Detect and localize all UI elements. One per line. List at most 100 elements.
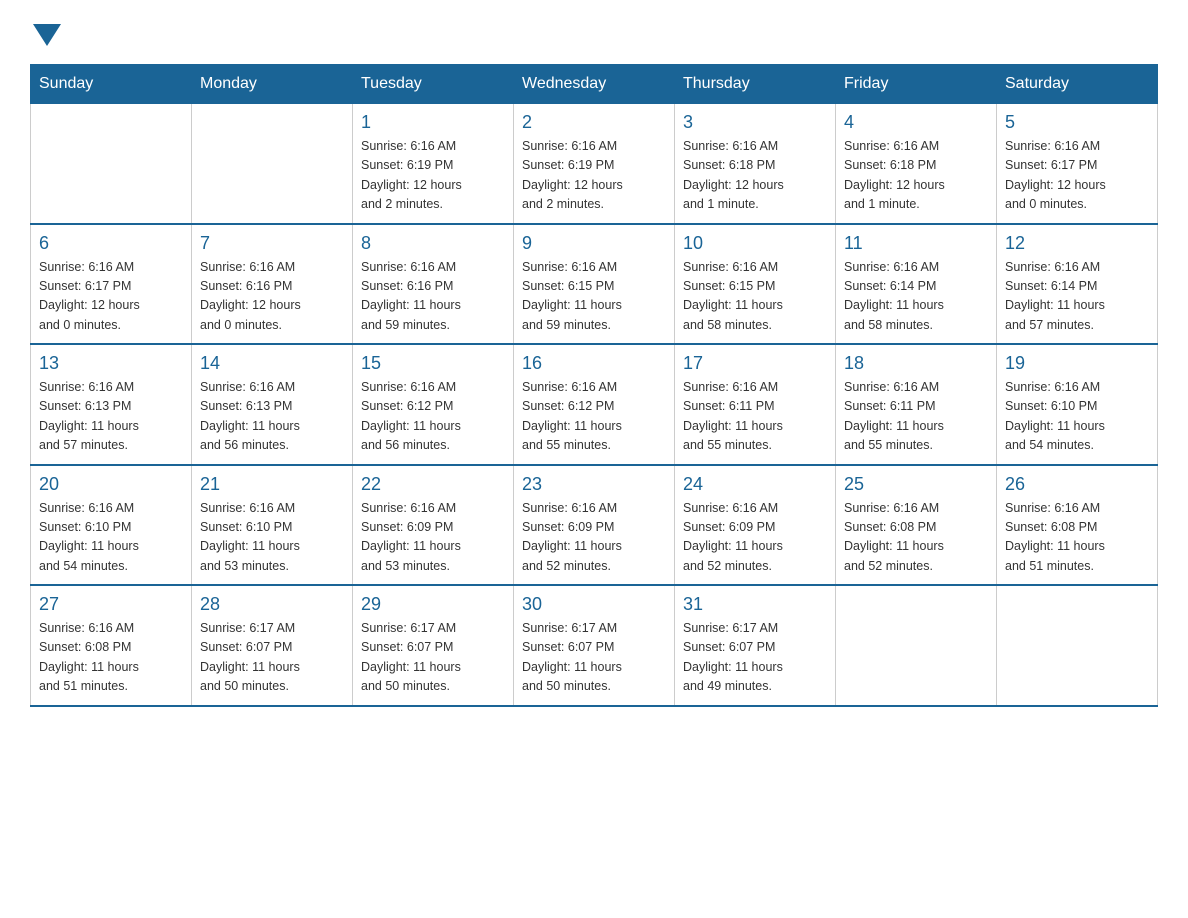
day-number: 14: [200, 353, 344, 374]
day-cell: 2 Sunrise: 6:16 AM Sunset: 6:19 PM Daylig…: [514, 104, 675, 224]
header-row: SundayMondayTuesdayWednesdayThursdayFrid…: [31, 65, 1158, 104]
day-cell: 14Sunrise: 6:16 AM Sunset: 6:13 PM Dayli…: [192, 344, 353, 465]
day-info: Sunrise: 6:16 AM Sunset: 6:08 PM Dayligh…: [39, 619, 183, 697]
day-cell: 17 Sunrise: 6:16 AM Sunset: 6:11 PM Dayli…: [675, 344, 836, 465]
day-info: Sunrise: 6:16 AM Sunset: 6:11 PM Dayligh…: [683, 378, 827, 456]
day-cell: 18 Sunrise: 6:16 AM Sunset: 6:11 PM Dayli…: [836, 344, 997, 465]
day-info: Sunrise: 6:16 AM Sunset: 6:09 PM Dayligh…: [683, 499, 827, 577]
day-cell: [192, 104, 353, 224]
day-number: 21: [200, 474, 344, 495]
header-cell-saturday: Saturday: [997, 65, 1158, 104]
calendar-table: SundayMondayTuesdayWednesdayThursdayFrid…: [30, 64, 1158, 707]
day-cell: 12Sunrise: 6:16 AM Sunset: 6:14 PM Dayli…: [997, 224, 1158, 345]
day-number: 26: [1005, 474, 1149, 495]
day-cell: [997, 585, 1158, 706]
day-number: 17: [683, 353, 827, 374]
day-info: Sunrise: 6:16 AM Sunset: 6:13 PM Dayligh…: [39, 378, 183, 456]
day-cell: 11Sunrise: 6:16 AM Sunset: 6:14 PM Dayli…: [836, 224, 997, 345]
logo: [30, 20, 61, 44]
day-number: 27: [39, 594, 183, 615]
day-cell: 26 Sunrise: 6:16 AM Sunset: 6:08 PM Dayli…: [997, 465, 1158, 586]
day-info: Sunrise: 6:16 AM Sunset: 6:12 PM Dayligh…: [361, 378, 505, 456]
day-number: 10: [683, 233, 827, 254]
day-number: 20: [39, 474, 183, 495]
day-number: 29: [361, 594, 505, 615]
day-info: Sunrise: 6:16 AM Sunset: 6:09 PM Dayligh…: [522, 499, 666, 577]
day-number: 3: [683, 112, 827, 133]
day-info: Sunrise: 6:16 AM Sunset: 6:11 PM Dayligh…: [844, 378, 988, 456]
day-info: Sunrise: 6:16 AM Sunset: 6:10 PM Dayligh…: [39, 499, 183, 577]
day-number: 5: [1005, 112, 1149, 133]
header-cell-friday: Friday: [836, 65, 997, 104]
day-number: 9: [522, 233, 666, 254]
day-info: Sunrise: 6:16 AM Sunset: 6:16 PM Dayligh…: [361, 258, 505, 336]
day-cell: 8 Sunrise: 6:16 AM Sunset: 6:16 PM Daylig…: [353, 224, 514, 345]
header-cell-tuesday: Tuesday: [353, 65, 514, 104]
week-row-3: 13Sunrise: 6:16 AM Sunset: 6:13 PM Dayli…: [31, 344, 1158, 465]
day-number: 31: [683, 594, 827, 615]
day-number: 24: [683, 474, 827, 495]
day-number: 30: [522, 594, 666, 615]
day-number: 19: [1005, 353, 1149, 374]
day-info: Sunrise: 6:16 AM Sunset: 6:17 PM Dayligh…: [39, 258, 183, 336]
day-number: 6: [39, 233, 183, 254]
day-cell: 13Sunrise: 6:16 AM Sunset: 6:13 PM Dayli…: [31, 344, 192, 465]
day-info: Sunrise: 6:16 AM Sunset: 6:12 PM Dayligh…: [522, 378, 666, 456]
week-row-2: 6 Sunrise: 6:16 AM Sunset: 6:17 PM Daylig…: [31, 224, 1158, 345]
day-info: Sunrise: 6:16 AM Sunset: 6:10 PM Dayligh…: [200, 499, 344, 577]
day-cell: 5 Sunrise: 6:16 AM Sunset: 6:17 PM Daylig…: [997, 104, 1158, 224]
day-info: Sunrise: 6:16 AM Sunset: 6:08 PM Dayligh…: [1005, 499, 1149, 577]
day-info: Sunrise: 6:16 AM Sunset: 6:16 PM Dayligh…: [200, 258, 344, 336]
day-number: 28: [200, 594, 344, 615]
calendar-body: 1 Sunrise: 6:16 AM Sunset: 6:19 PM Daylig…: [31, 104, 1158, 706]
day-cell: 4Sunrise: 6:16 AM Sunset: 6:18 PM Daylig…: [836, 104, 997, 224]
day-info: Sunrise: 6:16 AM Sunset: 6:09 PM Dayligh…: [361, 499, 505, 577]
day-cell: 30 Sunrise: 6:17 AM Sunset: 6:07 PM Dayli…: [514, 585, 675, 706]
day-cell: 22 Sunrise: 6:16 AM Sunset: 6:09 PM Dayli…: [353, 465, 514, 586]
day-cell: 21 Sunrise: 6:16 AM Sunset: 6:10 PM Dayli…: [192, 465, 353, 586]
day-number: 18: [844, 353, 988, 374]
day-cell: 3 Sunrise: 6:16 AM Sunset: 6:18 PM Daylig…: [675, 104, 836, 224]
header-cell-wednesday: Wednesday: [514, 65, 675, 104]
day-cell: 19Sunrise: 6:16 AM Sunset: 6:10 PM Dayli…: [997, 344, 1158, 465]
day-info: Sunrise: 6:16 AM Sunset: 6:15 PM Dayligh…: [522, 258, 666, 336]
day-number: 2: [522, 112, 666, 133]
day-cell: 6 Sunrise: 6:16 AM Sunset: 6:17 PM Daylig…: [31, 224, 192, 345]
day-cell: 25Sunrise: 6:16 AM Sunset: 6:08 PM Dayli…: [836, 465, 997, 586]
day-info: Sunrise: 6:16 AM Sunset: 6:18 PM Dayligh…: [844, 137, 988, 215]
day-info: Sunrise: 6:16 AM Sunset: 6:14 PM Dayligh…: [1005, 258, 1149, 336]
day-cell: 16 Sunrise: 6:16 AM Sunset: 6:12 PM Dayli…: [514, 344, 675, 465]
day-cell: 28 Sunrise: 6:17 AM Sunset: 6:07 PM Dayli…: [192, 585, 353, 706]
day-number: 23: [522, 474, 666, 495]
calendar-header: SundayMondayTuesdayWednesdayThursdayFrid…: [31, 65, 1158, 104]
day-number: 22: [361, 474, 505, 495]
day-cell: 9 Sunrise: 6:16 AM Sunset: 6:15 PM Daylig…: [514, 224, 675, 345]
day-info: Sunrise: 6:16 AM Sunset: 6:18 PM Dayligh…: [683, 137, 827, 215]
day-number: 1: [361, 112, 505, 133]
week-row-1: 1 Sunrise: 6:16 AM Sunset: 6:19 PM Daylig…: [31, 104, 1158, 224]
day-info: Sunrise: 6:16 AM Sunset: 6:17 PM Dayligh…: [1005, 137, 1149, 215]
page-header: [30, 20, 1158, 44]
day-cell: 20 Sunrise: 6:16 AM Sunset: 6:10 PM Dayli…: [31, 465, 192, 586]
day-info: Sunrise: 6:17 AM Sunset: 6:07 PM Dayligh…: [522, 619, 666, 697]
day-info: Sunrise: 6:16 AM Sunset: 6:08 PM Dayligh…: [844, 499, 988, 577]
week-row-4: 20 Sunrise: 6:16 AM Sunset: 6:10 PM Dayli…: [31, 465, 1158, 586]
day-info: Sunrise: 6:17 AM Sunset: 6:07 PM Dayligh…: [683, 619, 827, 697]
day-cell: 29 Sunrise: 6:17 AM Sunset: 6:07 PM Dayli…: [353, 585, 514, 706]
day-info: Sunrise: 6:17 AM Sunset: 6:07 PM Dayligh…: [200, 619, 344, 697]
day-info: Sunrise: 6:16 AM Sunset: 6:19 PM Dayligh…: [522, 137, 666, 215]
header-cell-thursday: Thursday: [675, 65, 836, 104]
day-info: Sunrise: 6:17 AM Sunset: 6:07 PM Dayligh…: [361, 619, 505, 697]
day-number: 8: [361, 233, 505, 254]
day-cell: 27 Sunrise: 6:16 AM Sunset: 6:08 PM Dayli…: [31, 585, 192, 706]
day-cell: 24 Sunrise: 6:16 AM Sunset: 6:09 PM Dayli…: [675, 465, 836, 586]
logo-triangle-icon: [33, 24, 61, 46]
day-cell: 23 Sunrise: 6:16 AM Sunset: 6:09 PM Dayli…: [514, 465, 675, 586]
day-number: 15: [361, 353, 505, 374]
day-cell: 10Sunrise: 6:16 AM Sunset: 6:15 PM Dayli…: [675, 224, 836, 345]
day-number: 7: [200, 233, 344, 254]
day-number: 16: [522, 353, 666, 374]
day-number: 11: [844, 233, 988, 254]
day-cell: 31 Sunrise: 6:17 AM Sunset: 6:07 PM Dayli…: [675, 585, 836, 706]
day-cell: 15 Sunrise: 6:16 AM Sunset: 6:12 PM Dayli…: [353, 344, 514, 465]
